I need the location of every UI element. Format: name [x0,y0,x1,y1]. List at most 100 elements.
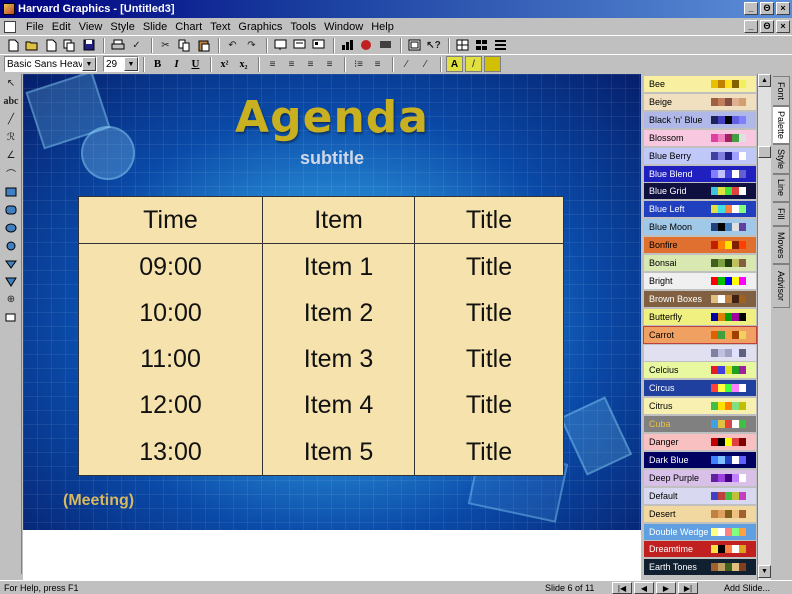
table-header-item[interactable]: Item [262,196,415,245]
table-cell-title[interactable]: Title [414,336,564,383]
new-icon[interactable] [4,37,21,53]
menu-window[interactable]: Window [320,21,367,33]
palette-item[interactable]: Butterfly [644,308,756,325]
superscript-button[interactable]: x² [216,56,233,72]
font-name-select[interactable]: Basic Sans Heavy S ▼ [4,56,97,72]
palette-item[interactable]: Deep Purple [644,469,756,486]
menu-help[interactable]: Help [367,21,398,33]
copy-icon[interactable] [176,37,193,53]
table-cell-time[interactable]: 13:00 [79,429,263,475]
app-icon[interactable] [3,3,15,15]
palette-item[interactable]: Blue Moon [644,219,756,236]
chevron-down-icon[interactable]: ▼ [82,57,96,71]
close-button[interactable]: × [776,2,790,15]
align-left-icon[interactable]: ≡ [264,56,281,72]
table-cell-time[interactable]: 11:00 [79,336,263,382]
arrow-tool-icon[interactable] [1,255,21,272]
save-icon[interactable] [80,37,97,53]
bold-button[interactable]: B [149,56,166,72]
palette-item[interactable]: Default [644,487,756,504]
fill-color-icon[interactable] [484,56,501,72]
palette-item[interactable]: Cuba [644,416,756,433]
palette-item[interactable]: Celcius [644,362,756,379]
scroll-up-icon[interactable]: ▲ [758,74,771,87]
palette-item[interactable]: Dreamtime [644,541,756,558]
bullet-list-icon[interactable]: ⁝≡ [350,56,367,72]
layout-icon[interactable] [473,37,490,53]
rectangle-tool-icon[interactable] [1,183,21,200]
chart-icon[interactable] [339,37,356,53]
table-header-title[interactable]: Title [414,196,564,245]
frame-icon[interactable] [406,37,423,53]
polyline-tool-icon[interactable]: ∠ [1,147,21,164]
palette-item[interactable]: Blue Berry [644,147,756,164]
next-slide-icon[interactable]: ▶ [656,582,676,594]
tab-style[interactable]: Style [773,144,790,174]
table-cell-item[interactable]: Item 5 [262,429,415,476]
palette-item[interactable]: Circus [644,380,756,397]
paste-icon[interactable] [195,37,212,53]
palette-scrollbar[interactable]: ▲ ▼ [757,74,771,580]
text-tool-icon[interactable]: abc [1,93,21,110]
palette-item[interactable]: Blue Blend [644,165,756,182]
copy-slide-icon[interactable] [61,37,78,53]
palette-item[interactable]: Earth Tones [644,559,756,576]
slide-footer-text[interactable]: (Meeting) [63,492,134,510]
menu-slide[interactable]: Slide [139,21,171,33]
menu-text[interactable]: Text [206,21,234,33]
restore-button[interactable]: Θ [760,2,774,15]
palette-item[interactable]: Dark Blue [644,451,756,468]
polygon-tool-icon[interactable] [1,273,21,290]
tab-advisor[interactable]: Advisor [773,264,790,308]
palette-item[interactable] [644,344,756,361]
palette-item[interactable]: Desert [644,505,756,522]
table-cell-title[interactable]: Title [414,290,564,337]
document-icon[interactable] [4,20,16,33]
menu-chart[interactable]: Chart [171,21,206,33]
tab-line[interactable]: Line [773,174,790,202]
curve-tool-icon[interactable]: ⌒ [1,165,21,182]
subscript-button[interactable]: x₂ [235,56,252,72]
chevron-down-icon[interactable]: ▼ [124,57,138,71]
add-slide-button[interactable]: Add Slide... [705,582,789,594]
list-icon[interactable] [492,37,509,53]
text-fill-icon[interactable]: A [446,56,463,72]
palette-item[interactable]: Danger [644,434,756,450]
palette-item[interactable]: Blossom [644,129,756,146]
palette-item[interactable]: Beige [644,93,756,110]
tab-palette[interactable]: Palette [773,106,790,144]
line-tool-icon[interactable]: ╱ [1,111,21,128]
zoom-tool-icon[interactable]: ⊕ [1,291,21,308]
eyedropper-icon[interactable]: ⁄ [417,56,434,72]
palette-item[interactable]: Bonsai [644,255,756,271]
font-size-select[interactable]: 29 ▼ [103,56,139,72]
align-right-icon[interactable]: ≡ [302,56,319,72]
drawing-icon[interactable] [358,37,375,53]
italic-button[interactable]: I [168,56,185,72]
tab-font[interactable]: Font [773,76,790,106]
cut-icon[interactable]: ✂ [157,37,174,53]
rounded-rect-tool-icon[interactable] [1,201,21,218]
justify-icon[interactable]: ≡ [321,56,338,72]
circle-tool-icon[interactable] [1,237,21,254]
redo-icon[interactable]: ↷ [243,37,260,53]
doc-minimize-button[interactable]: _ [744,20,758,33]
tab-fill[interactable]: Fill [773,202,790,226]
spellcheck-icon[interactable]: ✓ [128,37,145,53]
scroll-down-icon[interactable]: ▼ [758,565,771,578]
presentation-icon[interactable] [377,37,394,53]
previous-slide-icon[interactable]: ◀ [634,582,654,594]
table-header-time[interactable]: Time [78,196,263,245]
freehand-tool-icon[interactable]: ℛ [1,129,21,146]
slide-canvas[interactable]: Agenda subtitle Time Item Title 09:00 It… [23,74,641,580]
table-cell-item[interactable]: Item 1 [262,243,415,291]
numbered-list-icon[interactable]: ≡ [369,56,386,72]
frame-tool-icon[interactable] [1,309,21,326]
table-cell-item[interactable]: Item 4 [262,382,415,430]
palette-item[interactable]: Black 'n' Blue [644,111,756,128]
menu-style[interactable]: Style [106,21,138,33]
grid-icon[interactable] [454,37,471,53]
undo-icon[interactable]: ↶ [224,37,241,53]
palette-item[interactable]: Double Wedge [644,523,756,540]
print-icon[interactable] [109,37,126,53]
